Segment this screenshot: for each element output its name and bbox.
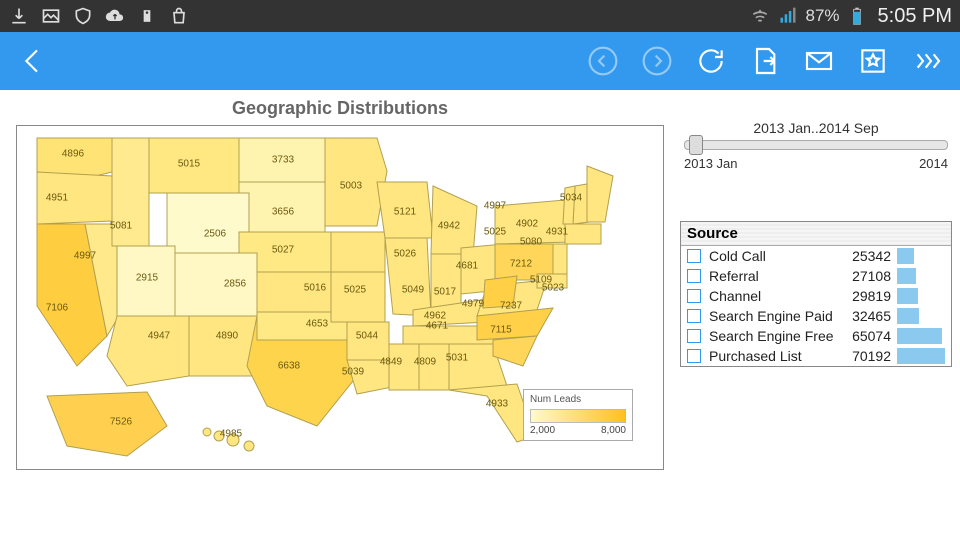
state-shape[interactable] (385, 238, 431, 316)
state-shape[interactable] (431, 254, 461, 310)
state-shape[interactable] (495, 200, 573, 244)
state-shape[interactable] (239, 138, 325, 182)
history-forward-button[interactable] (638, 42, 676, 80)
state-shape[interactable] (347, 322, 389, 360)
bookmark-button[interactable] (854, 42, 892, 80)
back-button[interactable] (14, 42, 52, 80)
refresh-button[interactable] (692, 42, 730, 80)
source-bar (897, 308, 945, 324)
source-name: Search Engine Free (709, 328, 839, 344)
mail-button[interactable] (800, 42, 838, 80)
checkbox[interactable] (687, 349, 701, 363)
us-map-chart[interactable]: Num Leads 2,000 8,000 489649514997710650… (16, 125, 664, 470)
state-shape[interactable] (117, 246, 175, 316)
state-shape[interactable] (565, 224, 601, 244)
slider-thumb[interactable] (689, 135, 703, 155)
image-icon (40, 5, 62, 27)
tag-icon (136, 5, 158, 27)
source-value: 29819 (839, 288, 891, 304)
more-button[interactable] (908, 42, 946, 80)
state-shape[interactable] (431, 186, 477, 256)
state-shape[interactable] (239, 182, 325, 232)
source-name: Referral (709, 268, 839, 284)
state-shape[interactable] (112, 138, 149, 246)
shield-icon (72, 5, 94, 27)
state-shape[interactable] (389, 344, 419, 390)
bag-icon (168, 5, 190, 27)
state-shape[interactable] (587, 166, 613, 222)
legend-min: 2,000 (530, 425, 555, 436)
source-bar (897, 348, 945, 364)
state-shape[interactable] (331, 232, 385, 272)
signal-icon (777, 5, 799, 27)
source-name: Search Engine Paid (709, 308, 839, 324)
source-name: Channel (709, 288, 839, 304)
state-shape[interactable] (149, 138, 239, 193)
checkbox[interactable] (687, 329, 701, 343)
timeline-start: 2013 Jan (684, 156, 738, 171)
source-row[interactable]: Purchased List70192 (681, 346, 951, 366)
source-name: Cold Call (709, 248, 839, 264)
export-button[interactable] (746, 42, 784, 80)
checkbox[interactable] (687, 289, 701, 303)
state-shape[interactable] (107, 316, 189, 386)
state-shape[interactable] (37, 138, 112, 178)
history-back-button[interactable] (584, 42, 622, 80)
state-shape[interactable] (483, 276, 517, 308)
legend-gradient (530, 409, 626, 423)
state-shape[interactable] (175, 253, 257, 316)
source-name: Purchased List (709, 348, 839, 364)
source-bar (897, 248, 945, 264)
source-value: 65074 (839, 328, 891, 344)
source-header: Source (681, 222, 951, 246)
source-row[interactable]: Channel29819 (681, 286, 951, 306)
source-row[interactable]: Referral27108 (681, 266, 951, 286)
page-title: Geographic Distributions (4, 90, 676, 123)
checkbox[interactable] (687, 269, 701, 283)
source-row[interactable]: Search Engine Free65074 (681, 326, 951, 346)
source-value: 70192 (839, 348, 891, 364)
wifi-icon (749, 5, 771, 27)
battery-percentage: 87% (805, 6, 839, 26)
timeline-end: 2014 (919, 156, 948, 171)
state-shape[interactable] (47, 392, 167, 456)
source-value: 27108 (839, 268, 891, 284)
timeline-slider[interactable]: 2013 Jan..2014 Sep 2013 Jan 2014 (680, 120, 952, 171)
source-panel: Source Cold Call25342Referral27108Channe… (680, 221, 952, 367)
legend-max: 8,000 (601, 425, 626, 436)
clock-text: 5:05 PM (878, 5, 952, 28)
source-row[interactable]: Search Engine Paid32465 (681, 306, 951, 326)
content-area: Geographic Distributions (0, 90, 960, 540)
state-shape[interactable] (167, 193, 249, 253)
state-shape[interactable] (377, 182, 433, 238)
source-bar (897, 288, 945, 304)
timeline-range-label: 2013 Jan..2014 Sep (684, 120, 948, 136)
state-shape[interactable] (203, 428, 254, 451)
source-bar (897, 328, 945, 344)
checkbox[interactable] (687, 309, 701, 323)
state-shape[interactable] (553, 244, 567, 274)
checkbox[interactable] (687, 249, 701, 263)
source-value: 25342 (839, 248, 891, 264)
cloud-upload-icon (104, 5, 126, 27)
source-row[interactable]: Cold Call25342 (681, 246, 951, 266)
battery-icon (846, 5, 868, 27)
legend-title: Num Leads (530, 394, 626, 405)
state-shape[interactable] (563, 186, 575, 224)
slider-track[interactable] (684, 140, 948, 150)
state-shape[interactable] (493, 336, 537, 366)
source-value: 32465 (839, 308, 891, 324)
app-toolbar (0, 32, 960, 90)
state-shape[interactable] (331, 272, 385, 322)
android-status-bar: 87% 5:05 PM (0, 0, 960, 32)
state-shape[interactable] (189, 316, 257, 376)
download-icon (8, 5, 30, 27)
map-legend: Num Leads 2,000 8,000 (523, 389, 633, 441)
state-shape[interactable] (419, 344, 449, 390)
source-bar (897, 268, 945, 284)
state-shape[interactable] (37, 172, 112, 224)
state-shape[interactable] (537, 274, 567, 288)
